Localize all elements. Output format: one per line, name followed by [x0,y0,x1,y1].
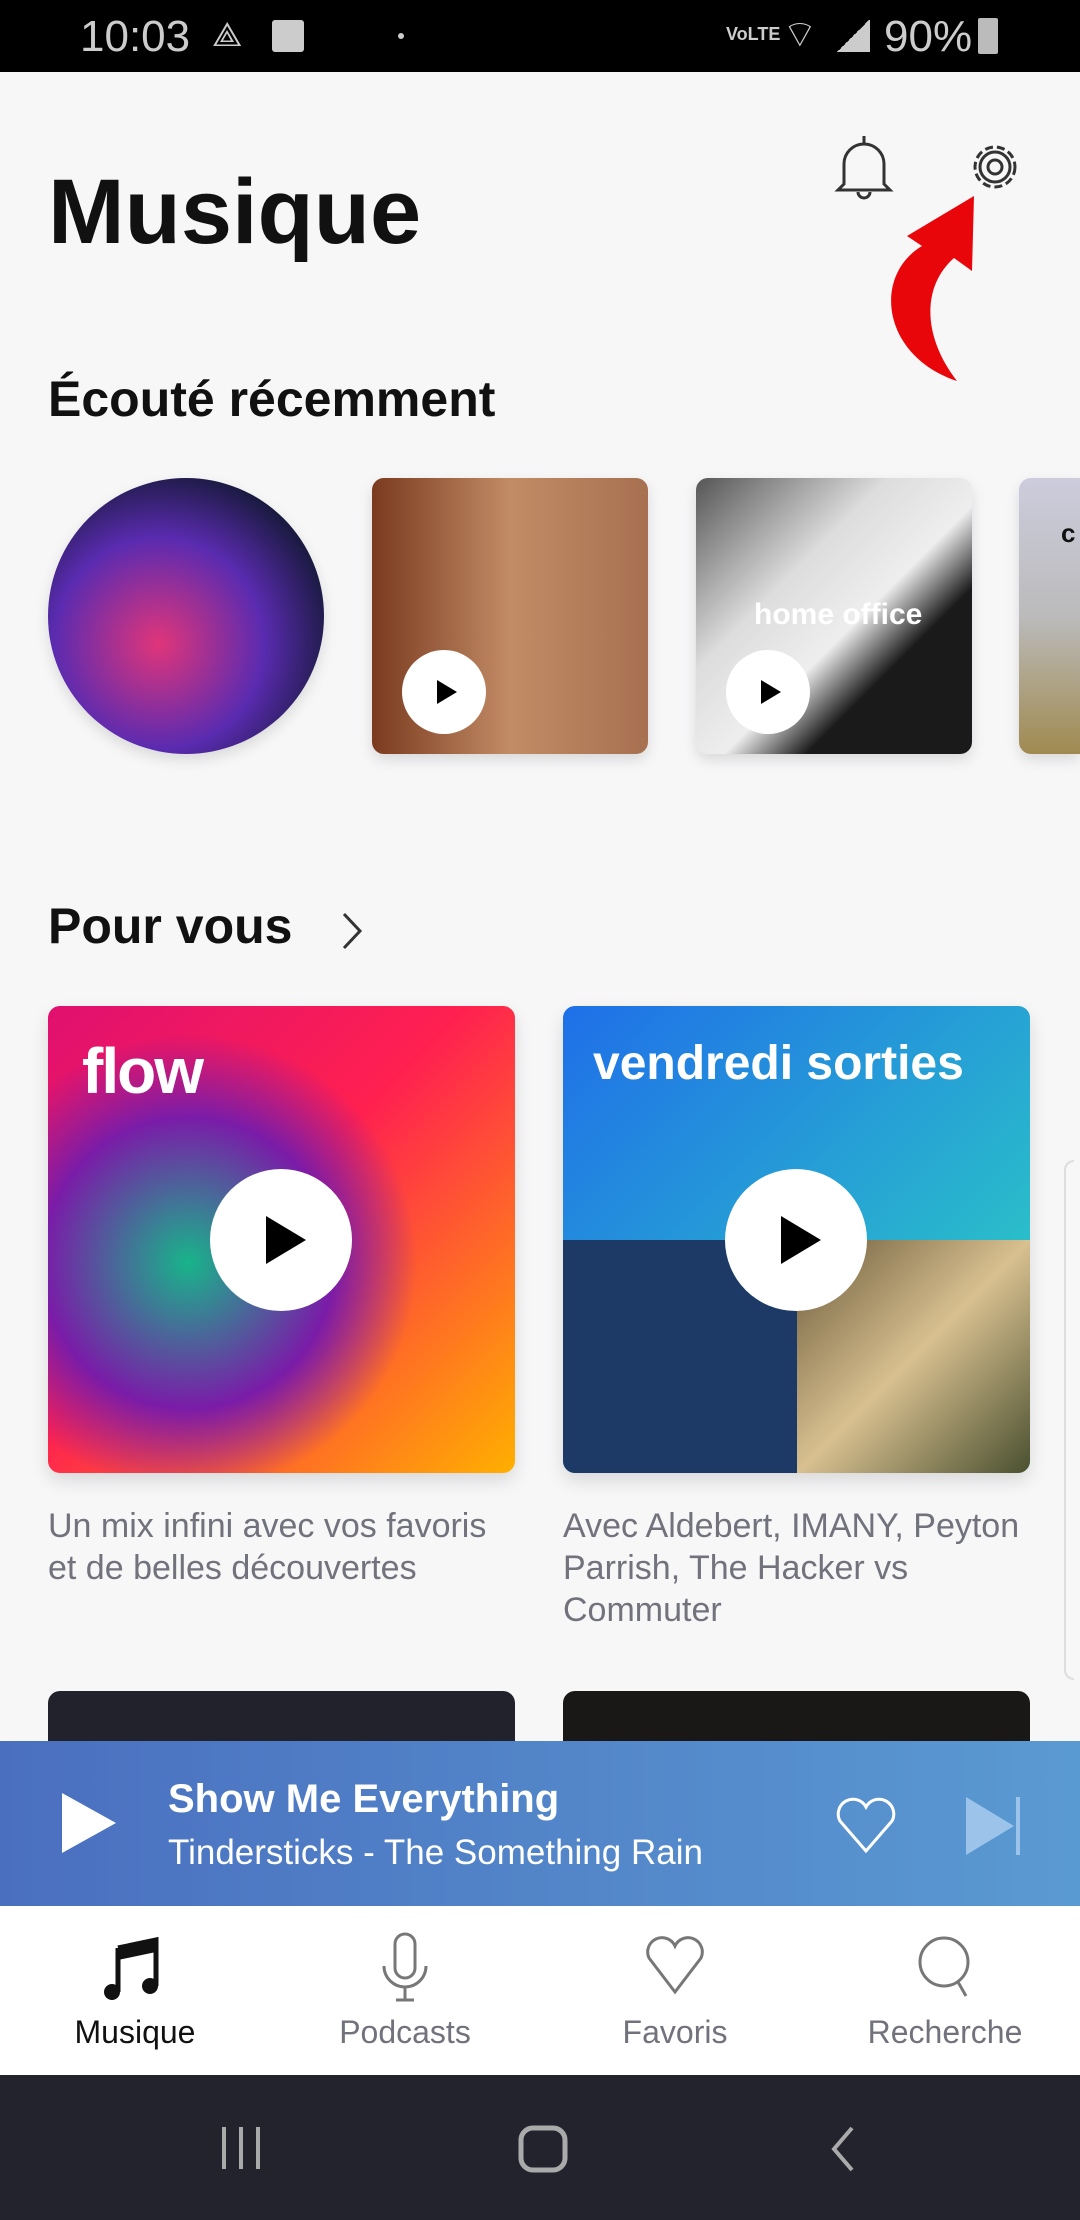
wifi-icon: ⌔ [782,14,818,56]
tab-recherche[interactable]: Recherche [810,1906,1080,2075]
card-title: vendredi sorties [593,1037,964,1090]
play-icon[interactable] [62,1793,116,1853]
track-subtitle: Tindersticks - The Something Rain [168,1833,703,1872]
vendredi-sorties-card[interactable]: vendredi sorties [563,1006,1030,1473]
image-notification-icon [272,20,304,52]
page-title: Musique [48,161,422,263]
playlist-label: home office [754,598,923,631]
play-button[interactable] [210,1169,352,1311]
play-button[interactable] [725,1169,867,1311]
playlist-label: c [1061,518,1076,548]
skip-next-icon[interactable] [964,1795,1024,1857]
microphone-icon [382,1932,428,2002]
battery-percent: 90% [884,12,973,61]
recent-item-album[interactable] [372,478,648,754]
recent-section-title: Écouté récemment [48,371,496,427]
battery-icon [978,18,998,54]
search-icon [918,1936,970,1997]
tab-label: Favoris [622,2014,728,2050]
tab-favoris[interactable]: Favoris [540,1906,810,2075]
next-card[interactable] [563,1691,1030,1741]
next-card[interactable] [48,1691,515,1741]
recent-apps-icon[interactable] [218,2125,264,2171]
play-button[interactable] [402,650,486,734]
tab-label: Podcasts [339,2014,471,2050]
play-button[interactable] [726,650,810,734]
chevron-right-icon[interactable] [338,910,366,952]
volte-indicator: VoLTE [726,24,781,44]
play-icon [761,680,781,704]
heart-icon [646,1936,704,1995]
signal-icon [836,20,870,52]
flow-card[interactable]: flow [48,1006,515,1473]
scrollbar[interactable] [1064,1160,1074,1680]
play-icon [266,1216,306,1264]
card-description: Un mix infini avec vos favoris et de bel… [48,1507,487,1587]
system-nav-bar [0,2075,1080,2220]
status-time: 10:03 [80,12,191,61]
recent-item-playlist-partial[interactable]: c [1019,478,1080,754]
mini-player[interactable]: Show Me Everything Tindersticks - The So… [0,1741,1080,1906]
tab-musique[interactable]: Musique [0,1906,270,2075]
music-note-icon [104,1936,159,2000]
track-title: Show Me Everything [168,1777,560,1821]
red-arrow-annotation [891,196,974,381]
back-icon[interactable] [828,2125,858,2173]
home-icon[interactable] [518,2125,568,2173]
card-description: Avec Aldebert, IMANY, Peyton Parrish, Th… [563,1507,1020,1629]
bottom-nav: Musique Podcasts Favoris Recherche [0,1906,1080,2075]
dot-icon [398,33,404,39]
tab-label: Musique [74,2014,196,2050]
play-icon [781,1216,821,1264]
recent-item-playlist[interactable]: home office [696,478,972,754]
tab-label: Recherche [867,2014,1023,2050]
for-you-section-title[interactable]: Pour vous [48,897,292,955]
heart-icon[interactable] [834,1797,898,1855]
tab-podcasts[interactable]: Podcasts [270,1906,540,2075]
play-icon [437,680,457,704]
card-title: flow [82,1035,204,1107]
app-notification-icon: ⟁ [212,16,243,54]
recent-item-artist[interactable] [48,478,324,754]
status-bar: 10:03 ⟁ VoLTE ⌔ 90% [0,0,1080,72]
